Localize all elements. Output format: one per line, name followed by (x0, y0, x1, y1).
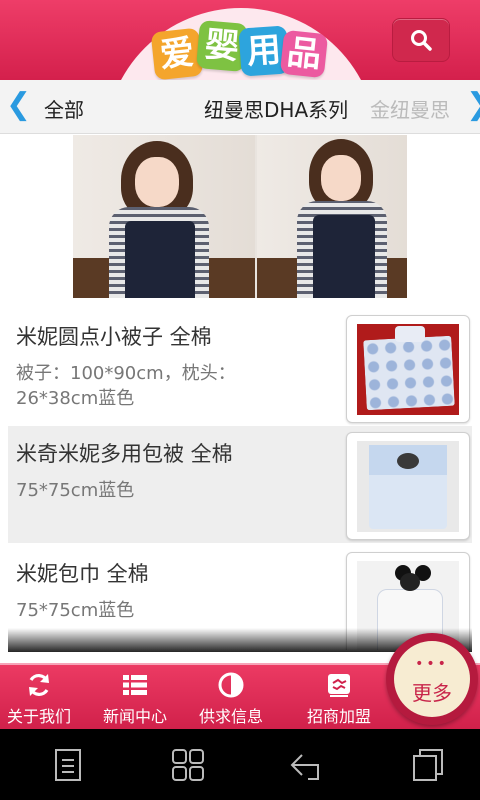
logo-char: 爱 (150, 27, 204, 80)
category-bar: ❮ 全部 纽曼思DHA系列 金纽曼思 ❯ (0, 80, 480, 134)
product-thumbnail[interactable] (346, 315, 470, 423)
nav-label: 新闻中心 (102, 707, 167, 726)
handshake-icon (328, 674, 350, 697)
product-title: 米妮圆点小被子 全棉 (16, 325, 212, 349)
system-nav-bar (0, 729, 480, 800)
more-button[interactable]: ••• 更多 (386, 633, 478, 725)
product-description: 75*75cm蓝色 (16, 600, 135, 621)
nav-franchise[interactable]: 招商加盟 (292, 665, 386, 731)
product-list: 米妮圆点小被子 全棉 被子：100*90cm，枕头：26*38cm蓝色 米奇米妮… (0, 305, 480, 650)
more-dots-icon: ••• (415, 656, 449, 672)
home-grid-icon[interactable] (170, 747, 206, 783)
product-title: 米妮包巾 全棉 (16, 562, 149, 586)
category-tab[interactable]: 纽曼思DHA系列 (204, 94, 348, 123)
search-icon (411, 30, 432, 51)
product-description: 75*75cm蓝色 (16, 480, 135, 501)
nav-supply-demand[interactable]: 供求信息 (184, 665, 278, 731)
menu-icon[interactable] (50, 747, 86, 783)
list-icon (123, 675, 147, 695)
more-button-face: ••• 更多 (394, 641, 470, 717)
product-description: 被子：100*90cm，枕头：26*38cm蓝色 (16, 363, 236, 409)
product-item[interactable]: 米妮圆点小被子 全棉 被子：100*90cm，枕头：26*38cm蓝色 (8, 309, 472, 426)
refresh-icon (29, 674, 49, 696)
nav-news-center[interactable]: 新闻中心 (88, 665, 182, 731)
scroll-right-arrow-icon[interactable]: ❯ (466, 90, 480, 120)
category-tab[interactable]: 金纽曼思 (370, 94, 450, 123)
nav-label: 供求信息 (198, 707, 263, 726)
back-icon[interactable] (288, 747, 324, 783)
product-thumbnail[interactable] (346, 432, 470, 540)
app-header: 爱 婴 用 品 (0, 0, 480, 80)
banner-photo (257, 135, 407, 298)
recent-apps-icon[interactable] (410, 747, 446, 783)
half-circle-icon (218, 672, 244, 698)
product-title: 米奇米妮多用包被 全棉 (16, 442, 233, 466)
more-label: 更多 (412, 681, 452, 705)
product-item[interactable]: 米奇米妮多用包被 全棉 75*75cm蓝色 (8, 426, 472, 543)
nav-about-us[interactable]: 关于我们 (0, 665, 86, 731)
banner-photo (73, 135, 255, 298)
search-button[interactable] (392, 18, 450, 62)
scroll-left-arrow-icon[interactable]: ❮ (6, 90, 31, 120)
logo-char: 品 (279, 29, 329, 79)
nav-label: 关于我们 (6, 707, 71, 726)
nav-label: 招商加盟 (306, 707, 371, 726)
banner-image[interactable] (73, 135, 407, 298)
category-tab-all[interactable]: 全部 (44, 94, 84, 123)
